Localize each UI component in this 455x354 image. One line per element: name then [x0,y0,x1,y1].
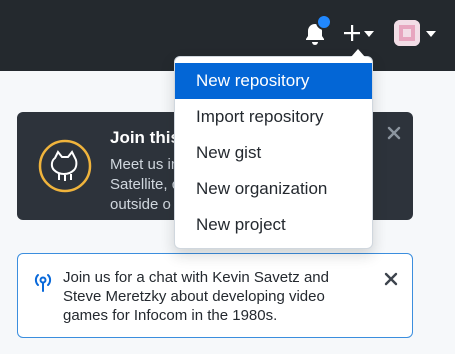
dismiss-banner-button[interactable] [383,122,405,144]
avatar [394,20,420,46]
close-icon [387,126,401,140]
notification-unread-dot [316,14,332,30]
octocat-icon [38,139,92,193]
menu-item-import-repository[interactable]: Import repository [175,99,372,135]
create-new-button[interactable] [340,18,376,48]
chevron-down-icon [364,31,374,37]
menu-item-new-project[interactable]: New project [175,207,372,243]
menu-item-new-organization[interactable]: New organization [175,171,372,207]
menu-item-new-gist[interactable]: New gist [175,135,372,171]
info-banner: Join us for a chat with Kevin Savetz and… [17,253,413,338]
user-menu-button[interactable] [392,18,440,48]
dismiss-info-banner-button[interactable] [380,268,402,290]
banner-title: Join this [110,128,180,147]
info-banner-message: Join us for a chat with Kevin Savetz and… [63,269,329,324]
close-icon [384,272,398,286]
dropdown-caret [351,49,365,57]
plus-icon [344,25,360,41]
broadcast-icon [34,274,52,292]
menu-item-new-repository[interactable]: New repository [175,63,372,99]
chevron-down-icon [426,31,436,37]
create-new-dropdown: New repository Import repository New gis… [174,49,373,249]
